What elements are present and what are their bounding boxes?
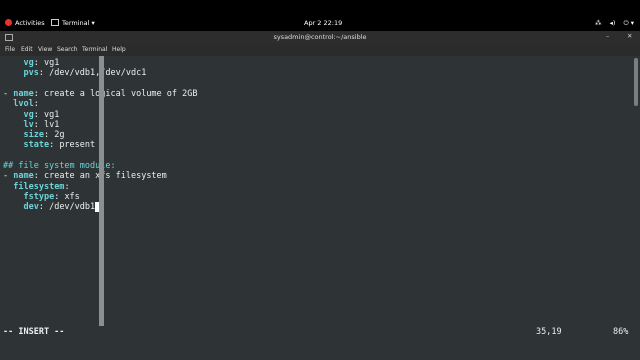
code-token: : vg1 bbox=[33, 109, 60, 120]
code-token: : bbox=[33, 99, 39, 110]
menu-search[interactable]: Search bbox=[57, 46, 78, 53]
code-token: lvol bbox=[13, 99, 34, 110]
editor-line: - name: create an xfs filesystem bbox=[3, 171, 167, 181]
code-token: state bbox=[23, 140, 50, 151]
code-token: : create a logical volume of 2GB bbox=[33, 88, 198, 99]
code-token: - bbox=[3, 171, 14, 182]
code-token: : /dev/vdb1 bbox=[38, 202, 96, 213]
terminal-bottom bbox=[0, 338, 640, 360]
code-token: : lv1 bbox=[33, 119, 60, 130]
volume-icon: ◂) bbox=[609, 19, 616, 27]
editor-line: state: present bbox=[3, 140, 95, 150]
code-token: dev bbox=[23, 202, 39, 213]
file-percent: 86% bbox=[613, 327, 629, 337]
app-menu[interactable]: Terminal ▾ bbox=[51, 19, 95, 27]
editor-line: size: 2g bbox=[3, 130, 64, 140]
editor-line: vg: vg1 bbox=[3, 110, 59, 120]
activities-button[interactable]: Activities bbox=[5, 19, 45, 27]
code-token: : bbox=[64, 181, 70, 192]
power-icon: ⏻ ▾ bbox=[623, 19, 634, 27]
menu-help[interactable]: Help bbox=[112, 46, 126, 53]
code-token: : present bbox=[49, 140, 96, 151]
overlay-bar bbox=[99, 56, 104, 328]
menu-terminal[interactable]: Terminal bbox=[82, 46, 107, 53]
fedora-icon bbox=[5, 19, 12, 26]
window-title: sysadmin@control:~/ansible bbox=[273, 33, 367, 41]
editor-line: fstype: xfs bbox=[3, 191, 80, 202]
code-token: name bbox=[13, 171, 34, 182]
close-icon[interactable]: ✕ bbox=[627, 32, 632, 40]
code-token: vg bbox=[23, 109, 34, 120]
scrollbar[interactable] bbox=[634, 58, 638, 106]
app-menu-label: Terminal ▾ bbox=[62, 19, 95, 27]
terminal-icon bbox=[51, 19, 59, 26]
vim-statusline: -- INSERT -- 35,19 86% bbox=[0, 326, 640, 338]
code-token: : xfs bbox=[54, 191, 80, 202]
code-token: name bbox=[13, 88, 34, 99]
editor-line: dev: /dev/vdb1 bbox=[3, 202, 101, 213]
editor-line: filesystem: bbox=[3, 181, 70, 192]
system-menu[interactable]: ⁂ ◂) ⏻ ▾ bbox=[589, 19, 634, 27]
menu-edit[interactable]: Edit bbox=[21, 46, 33, 53]
code-token: vg bbox=[23, 58, 34, 68]
cursor-position: 35,19 bbox=[536, 327, 562, 337]
window-titlebar[interactable]: sysadmin@control:~/ansible – ✕ bbox=[0, 31, 640, 44]
menu-view[interactable]: View bbox=[38, 46, 52, 53]
editor-line: lvol: bbox=[3, 99, 39, 109]
code-token: : vg1 bbox=[33, 58, 60, 68]
code-token: pvs bbox=[23, 68, 39, 79]
mode-indicator: -- INSERT -- bbox=[3, 327, 65, 337]
code-token: : /dev/vdb1,/dev/vdc1 bbox=[38, 68, 147, 79]
minimize-icon[interactable]: – bbox=[606, 32, 609, 40]
editor-line: lv: lv1 bbox=[3, 120, 59, 130]
code-token: : 2g bbox=[43, 130, 65, 141]
activities-label: Activities bbox=[15, 19, 45, 27]
code-token: size bbox=[23, 130, 44, 141]
network-icon: ⁂ bbox=[595, 19, 602, 27]
code-token: filesystem bbox=[13, 181, 65, 192]
clock[interactable]: Apr 2 22:19 bbox=[304, 19, 342, 27]
code-token: fstype bbox=[23, 191, 55, 202]
menu-bar: File Edit View Search Terminal Help bbox=[0, 44, 640, 56]
menu-file[interactable]: File bbox=[5, 46, 15, 53]
code-token: lv bbox=[23, 119, 34, 130]
top-bar: Activities Terminal ▾ Apr 2 22:19 ⁂ ◂) ⏻… bbox=[0, 0, 640, 31]
editor-line: pvs: /dev/vdb1,/dev/vdc1 bbox=[3, 68, 146, 78]
code-token: - bbox=[3, 88, 14, 99]
vim-editor[interactable]: dev: /dev/vdb1 fstype: xfs filesystem: - … bbox=[0, 56, 640, 328]
editor-line: vg: vg1 bbox=[3, 58, 59, 68]
